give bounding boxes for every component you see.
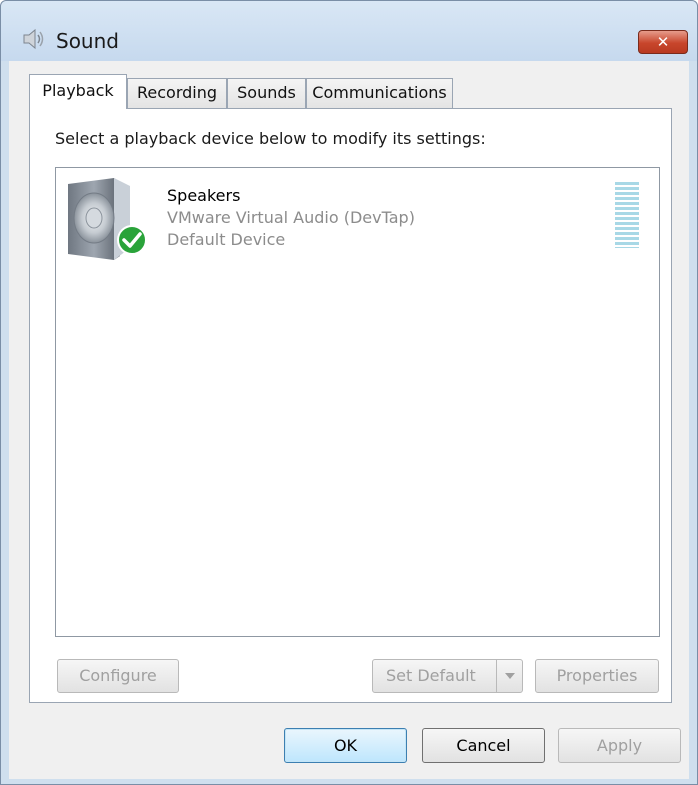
close-button[interactable]: ✕	[638, 30, 688, 54]
apply-button[interactable]: Apply	[558, 728, 681, 763]
device-name: Speakers	[167, 186, 241, 205]
configure-button[interactable]: Configure	[57, 659, 179, 693]
instruction-text: Select a playback device below to modify…	[55, 129, 486, 148]
close-icon: ✕	[656, 33, 670, 51]
tab-playback[interactable]: Playback	[29, 74, 127, 109]
tab-recording[interactable]: Recording	[127, 78, 227, 108]
playback-device-list[interactable]: Speakers VMware Virtual Audio (DevTap) D…	[55, 167, 660, 637]
device-status: Default Device	[167, 230, 286, 249]
title-bar[interactable]: Sound ✕	[1, 1, 697, 61]
ok-button[interactable]: OK	[284, 728, 407, 763]
sound-dialog-window: Sound ✕ Playback Recording Sounds Commun…	[0, 0, 698, 785]
set-default-button[interactable]: Set Default	[372, 659, 523, 693]
tab-label: Recording	[136, 83, 218, 102]
window-title: Sound	[56, 29, 119, 53]
cancel-button[interactable]: Cancel	[422, 728, 545, 763]
sound-speaker-icon	[23, 28, 44, 50]
playback-tab-panel: Select a playback device below to modify…	[29, 108, 672, 703]
set-default-dropdown[interactable]	[496, 660, 522, 692]
tab-label: Communications	[312, 83, 447, 102]
volume-level-meter	[615, 182, 639, 248]
properties-button[interactable]: Properties	[535, 659, 659, 693]
tab-label: Sounds	[237, 83, 296, 102]
device-description: VMware Virtual Audio (DevTap)	[167, 208, 415, 227]
dialog-client-area: Playback Recording Sounds Communications…	[9, 61, 689, 779]
tab-communications[interactable]: Communications	[306, 78, 453, 108]
green-checkmark-icon	[117, 225, 147, 255]
chevron-down-icon	[505, 673, 515, 679]
set-default-label: Set Default	[386, 666, 476, 685]
tab-sounds[interactable]: Sounds	[227, 78, 306, 108]
tab-label: Playback	[42, 81, 114, 100]
list-item[interactable]: Speakers VMware Virtual Audio (DevTap) D…	[56, 168, 659, 268]
